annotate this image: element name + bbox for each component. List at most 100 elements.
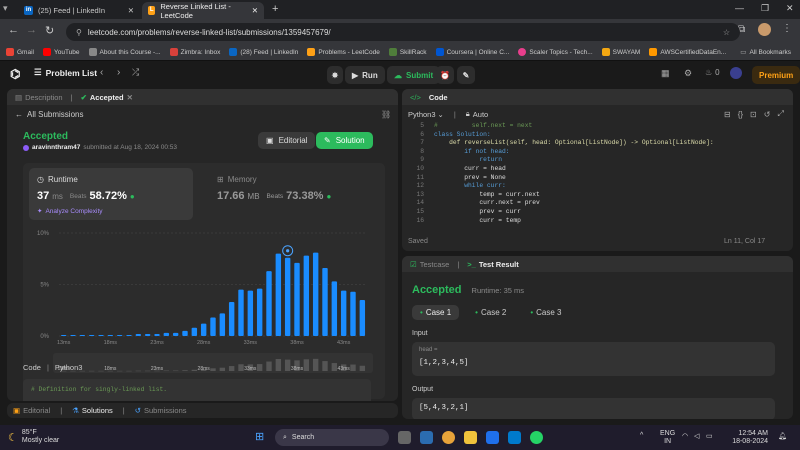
layout-icon[interactable]: ▦ <box>661 68 670 79</box>
profile-avatar[interactable] <box>758 23 771 36</box>
runtime-card[interactable]: ◷ Runtime 37 ms Beats 58.72% ● ✦ Analyze C… <box>29 168 193 220</box>
url-bar[interactable]: ⚲ leetcode.com/problems/reverse-linked-l… <box>66 23 740 41</box>
case-1-tab[interactable]: • Case 1 <box>412 305 460 320</box>
share-link-icon[interactable]: ⛓ <box>381 110 391 119</box>
problem-list-link[interactable]: ☰ Problem List <box>34 67 97 78</box>
weather-widget[interactable]: ☾ 85°F Mostly clear <box>8 429 59 445</box>
battery-icon[interactable]: ▭ <box>706 432 713 440</box>
bookmark-zimbra[interactable]: Zimbra: Inbox <box>169 48 220 56</box>
tab-search-icon[interactable]: ▾ <box>3 3 8 14</box>
bug-icon: ✸ <box>331 70 339 80</box>
tab-test-result[interactable]: >_ Test Result <box>467 260 518 269</box>
bookmark-swayam[interactable]: SWAYAM <box>601 48 640 56</box>
task-view-icon[interactable] <box>398 431 411 444</box>
format-icon[interactable]: ⊡ <box>750 110 757 119</box>
auto-toggle[interactable]: 🔒︎ Auto <box>466 109 488 119</box>
chart-bar <box>247 290 254 336</box>
leetcode-logo-icon[interactable]: ⌬ <box>10 67 20 81</box>
minimize-icon[interactable]: — <box>735 3 744 13</box>
close-icon[interactable]: ✕ <box>252 6 258 15</box>
next-problem-icon[interactable]: › <box>117 67 120 78</box>
wifi-icon[interactable]: ◠ <box>682 432 688 440</box>
vscode-icon[interactable] <box>508 431 521 444</box>
clock[interactable]: 12:54 AM 18-08-2024 <box>728 430 768 446</box>
tab-linkedin[interactable]: in (25) Feed | LinkedIn ✕ <box>18 2 140 19</box>
new-tab-button[interactable]: + <box>272 3 278 15</box>
tab-testcase[interactable]: ☑ Testcase <box>410 260 449 269</box>
fullscreen-icon[interactable]: ⤢ <box>777 109 783 119</box>
maximize-icon[interactable]: ❐ <box>761 3 769 14</box>
close-icon[interactable]: ✕ <box>127 93 133 102</box>
back-icon[interactable]: ← <box>8 24 19 36</box>
minimap-tick-label: 28ms <box>198 366 211 372</box>
code-editor[interactable]: 5 # self.next = next 6 class Solution: 7 def… <box>406 122 789 232</box>
all-bookmarks[interactable]: ▭ All Bookmarks <box>740 48 791 57</box>
username[interactable]: aravinnthram47 <box>32 144 80 151</box>
premium-button[interactable]: Premium <box>752 66 800 84</box>
windows-start-icon[interactable]: ⊞ <box>255 430 264 443</box>
streak-counter[interactable]: ♨ 0 <box>705 68 720 77</box>
reset-icon[interactable]: ↺ <box>764 110 771 119</box>
close-icon[interactable]: ✕ <box>128 6 134 15</box>
code-line: 12 while curr: <box>406 182 789 191</box>
bookmark-icon[interactable]: ⊟ <box>724 110 731 119</box>
tab-solutions[interactable]: ⚗ Solutions <box>72 406 113 415</box>
line-number: 13 <box>416 190 424 198</box>
taskbar-search[interactable]: ⌕ Search <box>275 429 389 446</box>
lang-primary: ENG <box>660 430 676 437</box>
bookmark-youtube[interactable]: YouTube <box>42 48 80 56</box>
notes-button[interactable]: ✎ <box>457 66 475 84</box>
chrome-icon[interactable] <box>442 431 455 444</box>
case-2-tab[interactable]: • Case 2 <box>467 305 514 320</box>
result-summary: Accepted Runtime: 35 ms <box>412 284 524 296</box>
debug-button[interactable]: ✸ <box>327 66 343 84</box>
bookmark-star-icon[interactable]: ☆ <box>723 28 730 37</box>
language-indicator[interactable]: ENG IN <box>660 430 675 446</box>
chevron-up-icon[interactable]: ^ <box>640 432 643 439</box>
case-3-tab[interactable]: • Case 3 <box>522 305 569 320</box>
app-icon[interactable] <box>420 431 433 444</box>
bookmark-leetcode[interactable]: Problems - LeetCode <box>307 48 380 56</box>
code-panel-header: </> Code <box>402 89 793 105</box>
bookmark-aws[interactable]: AWSCertifiedDataEn... <box>649 48 726 56</box>
notification-icon[interactable]: 🔔︎ <box>778 432 787 440</box>
edge-icon[interactable] <box>486 431 499 444</box>
language-select[interactable]: Python3 ⌄ <box>408 110 444 119</box>
settings-icon[interactable]: ⚙ <box>684 68 692 79</box>
editorial-button[interactable]: ▣ Editorial <box>258 132 316 149</box>
bookmark-course[interactable]: About this Course -... <box>88 48 161 56</box>
menu-icon[interactable]: ⋮ <box>782 23 792 34</box>
tab-description[interactable]: ▤ Description <box>15 93 63 102</box>
all-submissions-link[interactable]: ← All Submissions <box>15 110 83 119</box>
avatar[interactable] <box>730 67 742 79</box>
analyze-complexity-link[interactable]: ✦ Analyze Complexity <box>37 207 103 216</box>
bookmark-scaler[interactable]: Scaler Topics - Tech... <box>518 48 593 56</box>
bookmark-coursera[interactable]: Coursera | Online C... <box>435 48 509 56</box>
tab-editorial[interactable]: ▣ Editorial <box>13 406 50 415</box>
volume-icon[interactable]: ◁ <box>694 432 699 440</box>
tab-leetcode[interactable]: L Reverse Linked List - LeetCode ✕ <box>142 2 264 20</box>
memory-card[interactable]: ⊞ Memory 17.66 MB Beats 73.38% ● <box>211 168 371 220</box>
forward-icon[interactable]: → <box>26 24 37 36</box>
site-info-icon[interactable]: ⚲ <box>76 28 82 37</box>
alarm-icon: ⏰ <box>440 70 450 80</box>
timer-button[interactable]: ⏰ <box>436 66 454 84</box>
window-close-icon[interactable]: ✕ <box>786 3 794 14</box>
chart-bar <box>70 334 76 336</box>
file-explorer-icon[interactable] <box>464 431 477 444</box>
solution-button[interactable]: ✎ Solution <box>316 132 373 149</box>
url-text: leetcode.com/problems/reverse-linked-lis… <box>87 27 331 37</box>
reload-icon[interactable]: ↻ <box>45 24 54 37</box>
tab-accepted[interactable]: ✔ Accepted ✕ <box>81 93 133 102</box>
bookmark-gmail[interactable]: Gmail <box>6 48 34 56</box>
prev-problem-icon[interactable]: ‹ <box>100 67 103 78</box>
run-button[interactable]: ▶ Run <box>345 66 385 84</box>
tab-submissions[interactable]: ↺ Submissions <box>135 406 187 415</box>
submit-button[interactable]: ☁ Submit <box>387 66 441 84</box>
braces-icon[interactable]: {} <box>738 110 743 119</box>
bookmark-linkedin[interactable]: (28) Feed | LinkedIn <box>229 48 298 56</box>
left-panel-tabs: ▤ Description | ✔ Accepted ✕ <box>7 89 398 105</box>
bookmark-skillrack[interactable]: SkillRack <box>388 48 427 56</box>
shuffle-icon[interactable]: ⤮ <box>132 67 139 78</box>
whatsapp-icon[interactable] <box>530 431 543 444</box>
